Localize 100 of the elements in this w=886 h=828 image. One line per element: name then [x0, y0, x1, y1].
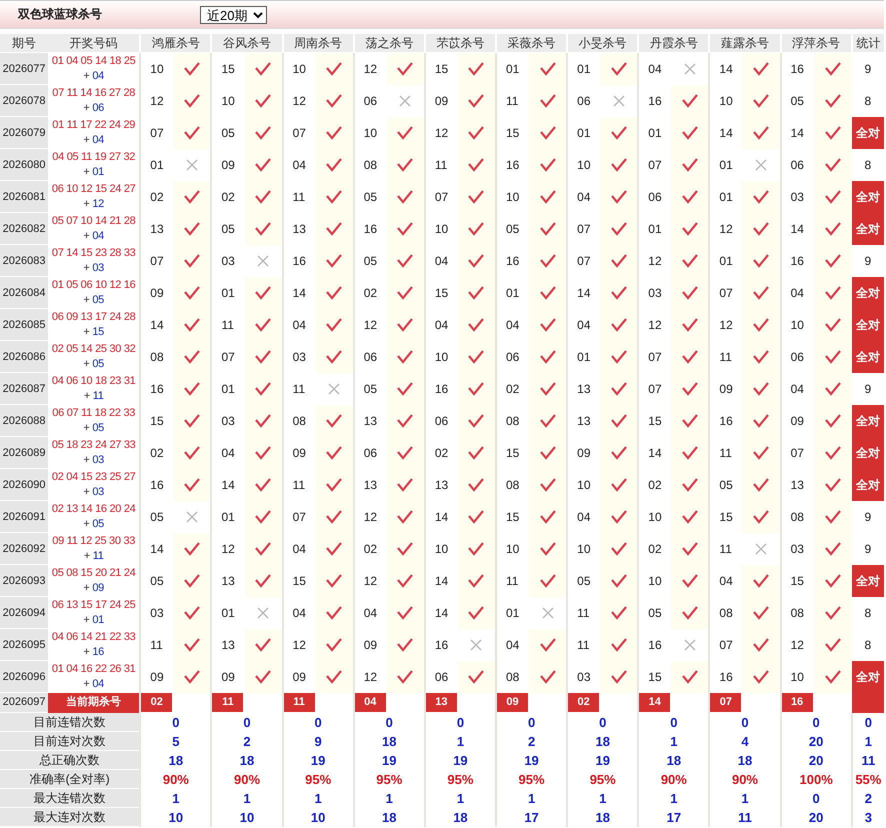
current-kill-label: 当前期杀号 [48, 692, 140, 712]
plus-sign: + [83, 166, 90, 178]
stat-cell: 全对 [852, 436, 884, 468]
stat-cell: 8 [852, 596, 884, 628]
period-cell: 2026091 [0, 500, 48, 532]
main-draw-numbers: 02 05 14 25 30 32 [50, 342, 136, 356]
stat-cell: 全对 [852, 276, 884, 308]
summary-value: 18 [567, 732, 638, 750]
summary-value: 18 [638, 750, 710, 770]
special-draw-number: 01 [92, 166, 104, 178]
period-cell: 2026092 [0, 532, 48, 564]
summary-value: 90% [638, 770, 710, 788]
special-draw-number: 03 [92, 454, 104, 466]
summary-label: 最大连对次数 [0, 808, 140, 826]
special-draw-number: 05 [92, 422, 104, 434]
special-draw-number: 16 [92, 646, 104, 658]
summary-value: 18 [567, 808, 638, 826]
stat-cell: 9 [852, 244, 884, 276]
summary-value: 2 [211, 732, 283, 750]
stat-cell: 全对 [852, 340, 884, 372]
column-header: 开奖号码 [48, 34, 140, 52]
summary-value: 20 [780, 750, 852, 770]
period-cell: 2026082 [0, 212, 48, 244]
stat-cell: 9 [852, 372, 884, 404]
summary-value: 0 [780, 788, 852, 808]
summary-label: 准确率(全对率) [0, 770, 140, 788]
main-draw-numbers: 01 05 06 10 12 16 [50, 278, 136, 292]
summary-value: 18 [211, 750, 283, 770]
summary-value: 10 [140, 808, 212, 826]
summary-value: 90% [709, 770, 781, 788]
summary-value: 0 [354, 712, 425, 732]
plus-sign: + [83, 646, 90, 658]
main-draw-numbers: 05 08 15 20 21 24 [50, 566, 136, 580]
main-draw-numbers: 01 11 17 22 24 29 [51, 118, 136, 132]
plus-sign: + [83, 262, 90, 274]
summary-value: 0 [638, 712, 710, 732]
period-cell: 2026085 [0, 308, 48, 340]
plus-sign: + [83, 582, 90, 594]
summary-value: 5 [140, 732, 212, 750]
period-cell: 2026090 [0, 468, 48, 500]
current-kill-number: 02 [568, 693, 600, 712]
period-select[interactable]: 近20期 [200, 6, 267, 24]
current-kill-number: 09 [497, 693, 528, 712]
column-header: 浮萍杀号 [780, 34, 852, 52]
summary-value: 19 [424, 750, 496, 770]
plus-sign: + [83, 70, 90, 82]
plus-sign: + [83, 230, 90, 242]
special-draw-number: 01 [92, 614, 104, 626]
plus-sign: + [83, 326, 90, 338]
plus-sign: + [83, 422, 90, 434]
special-draw-number: 03 [92, 486, 104, 498]
plus-sign: + [83, 102, 90, 114]
current-kill-number: 14 [639, 693, 670, 712]
summary-value: 90% [140, 770, 212, 788]
column-header: 采薇杀号 [496, 34, 568, 52]
stat-cell: 全对 [852, 660, 884, 692]
summary-value: 10 [211, 808, 283, 826]
period-cell: 2026086 [0, 340, 48, 372]
special-draw-number: 04 [92, 230, 104, 242]
summary-value: 0 [211, 712, 283, 732]
column-header: 丹霞杀号 [638, 34, 710, 52]
period-cell: 2026083 [0, 244, 48, 276]
plus-sign: + [83, 486, 90, 498]
column-header: 期号 [0, 34, 48, 52]
summary-value: 18 [354, 808, 425, 826]
special-draw-number: 05 [92, 518, 104, 530]
summary-value: 19 [496, 750, 568, 770]
summary-value: 18 [424, 808, 496, 826]
special-draw-number: 05 [92, 358, 104, 370]
column-header: 周南杀号 [282, 34, 354, 52]
special-draw-number: 04 [92, 134, 104, 146]
current-kill-number: 16 [782, 693, 813, 712]
summary-value: 9 [282, 732, 354, 750]
plus-sign: + [83, 614, 90, 626]
column-header: 薤露杀号 [709, 34, 781, 52]
main-draw-numbers: 04 06 14 21 22 33 [50, 630, 136, 644]
main-draw-numbers: 07 14 15 23 28 33 [50, 246, 136, 260]
stat-cell: 全对 [852, 308, 884, 340]
main-draw-numbers: 09 11 12 25 30 33 [51, 534, 136, 548]
main-draw-numbers: 05 18 23 24 27 33 [50, 438, 136, 452]
summary-value: 2 [496, 732, 568, 750]
plus-sign: + [83, 134, 90, 146]
summary-value: 95% [282, 770, 354, 788]
column-header: 谷风杀号 [211, 34, 283, 52]
period-cell: 2026087 [0, 372, 48, 404]
summary-value: 0 [709, 712, 781, 732]
stat-cell [852, 692, 884, 712]
plus-sign: + [84, 550, 90, 562]
special-draw-number: 04 [92, 70, 104, 82]
period-cell: 2026078 [0, 84, 48, 116]
current-kill-number: 04 [354, 693, 386, 712]
plus-sign: + [83, 358, 90, 370]
summary-value: 11 [852, 750, 884, 770]
main-draw-numbers: 02 04 15 23 25 27 [50, 470, 136, 484]
special-draw-number: 06 [92, 102, 104, 114]
special-draw-number: 11 [92, 550, 104, 562]
current-kill-number: 13 [426, 693, 457, 712]
main-draw-numbers: 07 11 14 16 27 28 [51, 86, 136, 100]
special-draw-number: 15 [92, 326, 104, 338]
main-draw-numbers: 01 04 05 14 18 25 [50, 54, 136, 68]
